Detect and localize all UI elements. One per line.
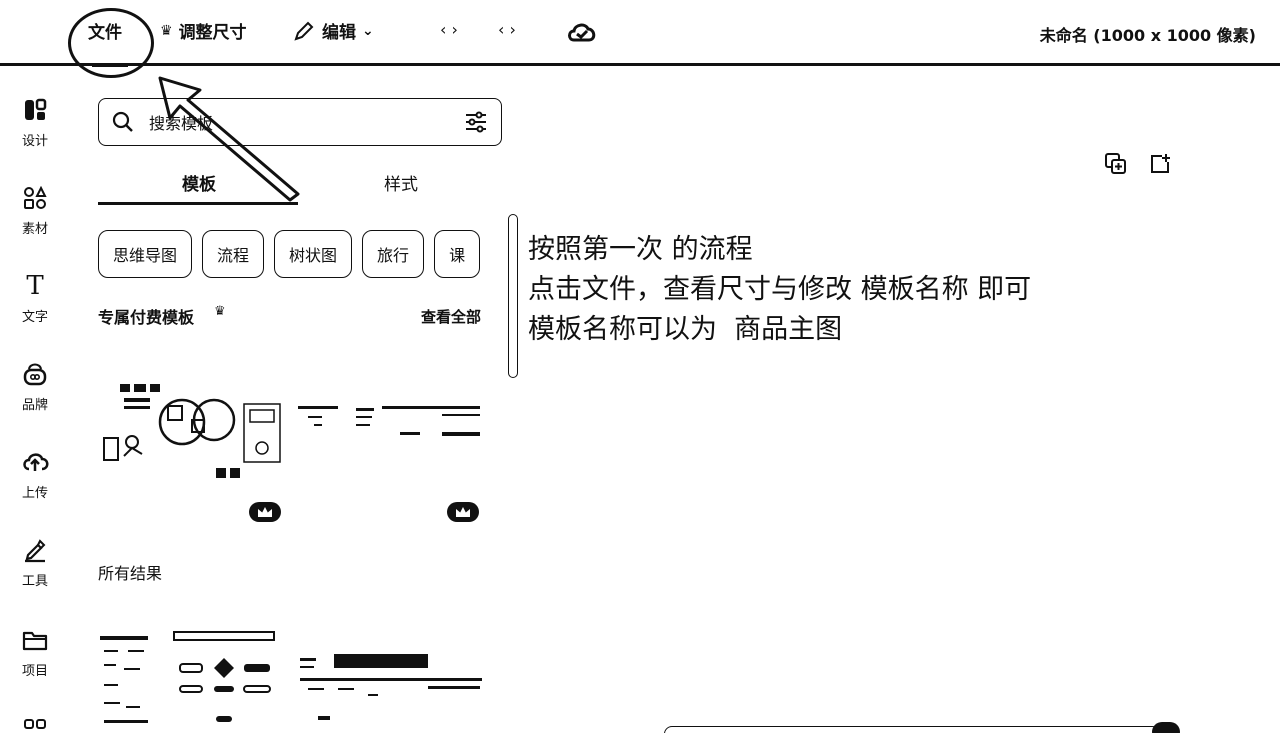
edit-menu-button[interactable]: 编辑 ⌄ [292, 18, 374, 43]
tab-styles[interactable]: 样式 [384, 170, 418, 195]
sidebar-item-projects[interactable]: 项目 [0, 626, 70, 679]
template-thumbnail[interactable] [172, 628, 276, 728]
premium-section-title: 专属付费模板 [98, 308, 195, 327]
chip-flow[interactable]: 流程 [202, 230, 265, 278]
resize-label: 调整尺寸 [178, 23, 247, 43]
sidebar-item-elements[interactable]: 素材 [0, 184, 70, 237]
crown-icon: ♛ [160, 22, 173, 39]
category-chips: 思维导图 流程 树状图 旅行 课 [98, 230, 482, 278]
redo-icon: ‹ › [498, 20, 516, 39]
upload-icon [21, 448, 49, 476]
cloud-check-icon [568, 23, 596, 42]
search-placeholder: 搜索模板 [149, 114, 214, 133]
chip-tree-chart[interactable]: 树状图 [274, 230, 353, 278]
pencil-icon [294, 21, 314, 41]
help-badge[interactable] [1152, 722, 1180, 733]
template-thumbnail[interactable] [380, 402, 482, 442]
cloud-save-button[interactable] [566, 18, 598, 46]
instruction-annotation: 按照第一次 的流程点击文件，查看尺寸与修改 模板名称 即可 模板名称可以为 商品主… [528, 230, 1031, 350]
sidebar-label-projects: 项目 [21, 664, 48, 679]
chip-course[interactable]: 课 [434, 230, 481, 278]
template-thumbnail[interactable] [294, 402, 384, 452]
sidebar-label-brand: 品牌 [21, 398, 48, 413]
chevron-down-icon: ⌄ [362, 22, 374, 39]
crown-icon: ♛ [214, 304, 226, 319]
sidebar-label-design: 设计 [21, 134, 48, 149]
undo-button[interactable]: ‹ › [440, 20, 458, 39]
instruction-line: 模板名称可以为 商品主图 [528, 314, 843, 345]
chip-mind-map[interactable]: 思维导图 [98, 230, 193, 278]
sidebar-label-upload: 上传 [21, 486, 48, 501]
folder-icon [21, 626, 49, 654]
redo-button[interactable]: ‹ › [498, 20, 516, 39]
template-thumbnail[interactable] [100, 632, 152, 732]
left-sidebar: 设计 素材 T 文字 品牌 上传 工具 项目 [0, 66, 70, 733]
sidebar-item-text[interactable]: T 文字 [0, 271, 70, 325]
tools-icon [21, 536, 49, 564]
instruction-line: 按照第一次 的流程 [528, 234, 753, 265]
elements-icon [21, 184, 49, 212]
sidebar-item-brand[interactable]: 品牌 [0, 360, 70, 413]
duplicate-page-button[interactable] [1104, 152, 1128, 176]
apps-grid-icon [21, 716, 49, 733]
panel-scrollbar[interactable] [508, 214, 518, 378]
active-tab-indicator [98, 202, 298, 205]
template-thumbnail[interactable] [102, 382, 242, 482]
main-menu-button[interactable] [20, 16, 50, 46]
search-input[interactable]: 搜索模板 [98, 98, 502, 146]
premium-crown-badge [447, 502, 479, 522]
design-icon [21, 96, 49, 124]
sidebar-label-elements: 素材 [21, 222, 48, 237]
search-icon [112, 111, 133, 132]
duplicate-icon [1105, 153, 1126, 174]
add-page-button[interactable] [1148, 152, 1172, 176]
instruction-line: 点击文件，查看尺寸与修改 模板名称 即可 [528, 274, 1032, 305]
template-thumbnail[interactable] [242, 402, 282, 468]
undo-icon: ‹ › [440, 20, 458, 39]
top-toolbar: 文件 ♛ 调整尺寸 编辑 ⌄ ‹ › ‹ › 未命名 (1000 x 1000 … [0, 0, 1280, 66]
sidebar-label-text: 文字 [21, 310, 48, 325]
see-all-link[interactable]: 查看全部 [421, 306, 481, 327]
sidebar-item-apps[interactable] [0, 716, 70, 733]
panel-tabs: 模板 样式 [98, 166, 502, 206]
all-results-title: 所有结果 [98, 564, 163, 583]
filter-icon[interactable] [463, 109, 489, 135]
edit-label: 编辑 [322, 23, 356, 43]
chip-travel[interactable]: 旅行 [362, 230, 425, 278]
brand-icon [21, 360, 49, 388]
text-icon: T [26, 271, 44, 301]
document-title-label: 未命名 (1000 x 1000 像素) [1039, 26, 1256, 45]
canvas-notes-bar[interactable] [664, 726, 1160, 733]
tab-templates[interactable]: 模板 [182, 170, 216, 195]
sidebar-item-design[interactable]: 设计 [0, 96, 70, 149]
sidebar-item-upload[interactable]: 上传 [0, 448, 70, 501]
sidebar-label-tools: 工具 [21, 574, 48, 589]
template-thumbnail[interactable] [298, 650, 482, 730]
document-title[interactable]: 未命名 (1000 x 1000 像素) [1040, 22, 1256, 46]
premium-crown-badge [249, 502, 281, 522]
template-search-panel: 搜索模板 模板 样式 思维导图 流程 树状图 旅行 课 专属付费模板 ♛ 查看全… [98, 66, 503, 733]
resize-button[interactable]: ♛ 调整尺寸 [160, 18, 247, 44]
add-page-icon [1151, 154, 1170, 173]
sidebar-item-tools[interactable]: 工具 [0, 536, 70, 589]
